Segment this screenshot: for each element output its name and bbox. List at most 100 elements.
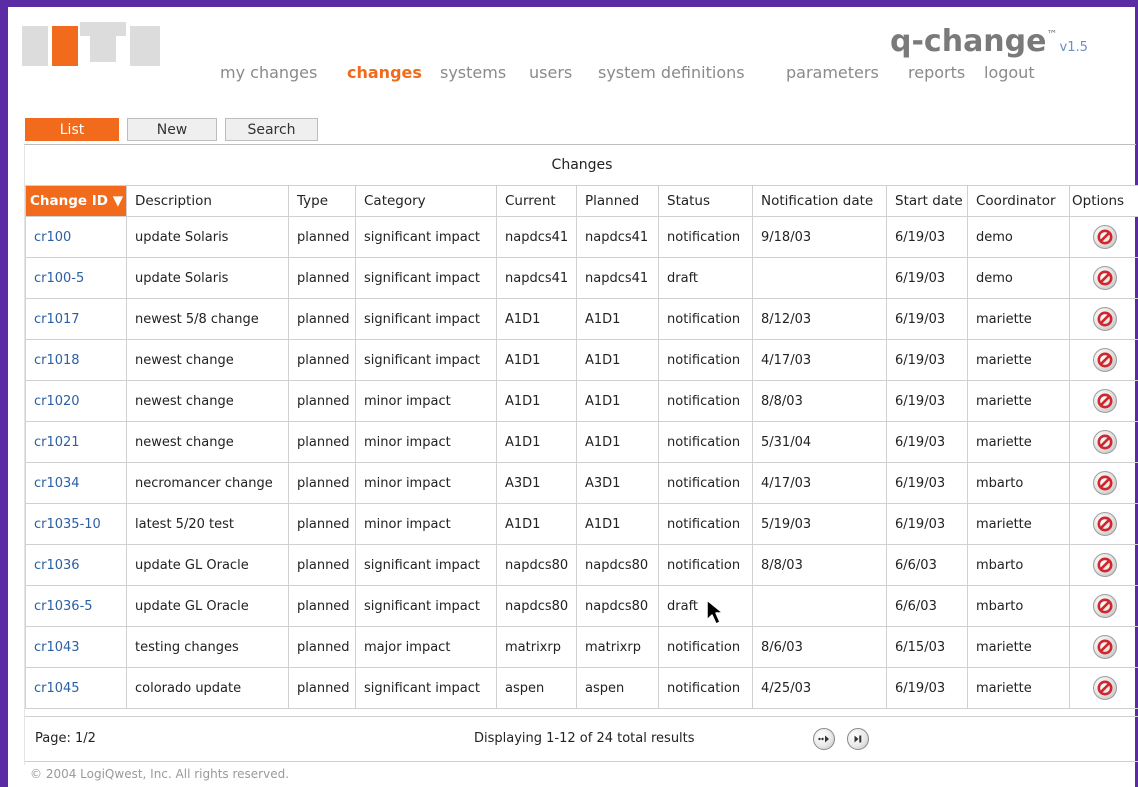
delete-icon[interactable] [1092, 676, 1117, 700]
column-header-notification-date[interactable]: Notification date [752, 185, 887, 217]
table-row: cr1034 necromancer change planned minor imp… [25, 462, 1138, 504]
cell-description: newest change [126, 421, 289, 463]
cell-description: newest change [126, 339, 289, 381]
cell-start-date: 6/6/03 [886, 544, 968, 586]
cell-description: testing changes [126, 626, 289, 668]
cell-description: update GL Oracle [126, 585, 289, 627]
cell-description: necromancer change [126, 462, 289, 504]
nav-logout[interactable]: logout [984, 63, 1035, 82]
app-version: v1.5 [1059, 40, 1088, 55]
cell-notification-date: 8/6/03 [752, 626, 887, 668]
cell-options [1069, 503, 1138, 545]
table-row: cr1045 colorado update planned significant … [25, 667, 1138, 709]
cell-planned: A3D1 [576, 462, 659, 504]
column-header-category[interactable]: Category [355, 185, 497, 217]
delete-icon[interactable] [1092, 553, 1117, 577]
cell-current: A1D1 [496, 298, 577, 340]
column-header-description[interactable]: Description [126, 185, 289, 217]
column-header-coordinator[interactable]: Coordinator [967, 185, 1070, 217]
nav-parameters[interactable]: parameters [786, 63, 879, 82]
cell-change-id-link[interactable]: cr1018 [25, 339, 127, 381]
cell-type: planned [288, 544, 356, 586]
cell-category: significant impact [355, 216, 497, 258]
results-summary: Displaying 1-12 of 24 total results [474, 731, 695, 746]
sort-desc-icon: ▼ [112, 193, 124, 209]
cell-current: A1D1 [496, 339, 577, 381]
cell-notification-date: 5/19/03 [752, 503, 887, 545]
column-header-status[interactable]: Status [658, 185, 753, 217]
delete-icon[interactable] [1092, 635, 1117, 659]
cell-status: notification [658, 667, 753, 709]
cell-change-id-link[interactable]: cr1043 [25, 626, 127, 668]
cell-start-date: 6/19/03 [886, 298, 968, 340]
window-frame-left [0, 0, 8, 787]
table-row: cr1020 newest change planned minor impact A1… [25, 380, 1138, 422]
cell-options [1069, 421, 1138, 463]
next-page-icon[interactable] [813, 728, 835, 750]
cell-coordinator: demo [967, 257, 1070, 299]
cell-change-id-link[interactable]: cr1036 [25, 544, 127, 586]
delete-icon[interactable] [1092, 594, 1117, 618]
column-header-change-id[interactable]: Change ID ▼ [25, 185, 127, 217]
delete-icon[interactable] [1092, 307, 1117, 331]
delete-icon[interactable] [1092, 430, 1117, 454]
cell-start-date: 6/19/03 [886, 339, 968, 381]
delete-icon[interactable] [1092, 389, 1117, 413]
nav-users[interactable]: users [529, 63, 572, 82]
delete-icon[interactable] [1092, 471, 1117, 495]
cell-notification-date: 8/8/03 [752, 380, 887, 422]
nav-reports[interactable]: reports [908, 63, 965, 82]
table-row: cr1018 newest change planned significant im… [25, 339, 1138, 381]
cell-current: aspen [496, 667, 577, 709]
column-header-type[interactable]: Type [288, 185, 356, 217]
cell-change-id-link[interactable]: cr100 [25, 216, 127, 258]
cell-start-date: 6/19/03 [886, 503, 968, 545]
nav-changes[interactable]: changes [347, 63, 422, 82]
nav-systems[interactable]: systems [440, 63, 506, 82]
cell-change-id-link[interactable]: cr1036-5 [25, 585, 127, 627]
delete-icon[interactable] [1092, 512, 1117, 536]
delete-icon[interactable] [1092, 266, 1117, 290]
table-row: cr1036-5 update GL Oracle planned significa… [25, 585, 1138, 627]
table-row: cr100 update Solaris planned significant im… [25, 216, 1138, 258]
cell-coordinator: mariette [967, 626, 1070, 668]
cell-options [1069, 298, 1138, 340]
column-header-current[interactable]: Current [496, 185, 577, 217]
cell-current: napdcs80 [496, 544, 577, 586]
cell-description: latest 5/20 test [126, 503, 289, 545]
nav-system-definitions[interactable]: system definitions [598, 63, 745, 82]
cell-change-id-link[interactable]: cr1017 [25, 298, 127, 340]
cell-options [1069, 626, 1138, 668]
cell-change-id-link[interactable]: cr100-5 [25, 257, 127, 299]
delete-icon[interactable] [1092, 225, 1117, 249]
cell-change-id-link[interactable]: cr1045 [25, 667, 127, 709]
cell-current: A1D1 [496, 380, 577, 422]
delete-icon[interactable] [1092, 348, 1117, 372]
cell-description: newest change [126, 380, 289, 422]
app-name: q-change [890, 24, 1047, 59]
cell-type: planned [288, 380, 356, 422]
cell-change-id-link[interactable]: cr1034 [25, 462, 127, 504]
cell-category: significant impact [355, 339, 497, 381]
cell-category: minor impact [355, 380, 497, 422]
cell-current: matrixrp [496, 626, 577, 668]
last-page-icon[interactable] [847, 728, 869, 750]
cell-type: planned [288, 585, 356, 627]
cell-status: notification [658, 298, 753, 340]
app-brand: q-change™v1.5 [890, 24, 1088, 59]
tab-new[interactable]: New [127, 118, 217, 141]
cell-description: colorado update [126, 667, 289, 709]
cell-change-id-link[interactable]: cr1020 [25, 380, 127, 422]
tab-list[interactable]: List [25, 118, 119, 141]
cell-change-id-link[interactable]: cr1035-10 [25, 503, 127, 545]
cell-current: napdcs41 [496, 257, 577, 299]
nav-my-changes[interactable]: my changes [220, 63, 317, 82]
cell-change-id-link[interactable]: cr1021 [25, 421, 127, 463]
column-header-options: Options [1069, 185, 1138, 217]
cell-planned: A1D1 [576, 421, 659, 463]
cell-category: significant impact [355, 544, 497, 586]
tab-search[interactable]: Search [225, 118, 318, 141]
column-header-start-date[interactable]: Start date [886, 185, 968, 217]
copyright-text: © 2004 LogiQwest, Inc. All rights reserv… [30, 767, 290, 781]
column-header-planned[interactable]: Planned [576, 185, 659, 217]
